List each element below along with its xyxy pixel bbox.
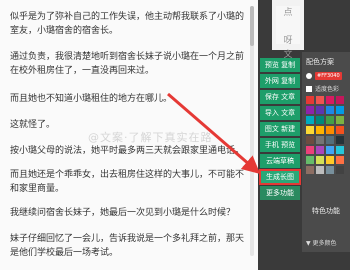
color-swatch[interactable] (316, 106, 324, 114)
article-paragraph: 通过负责，我很清楚地听到宿舍长妹子说小璐在一个月之前在校外租房住了，一直没再回来… (10, 52, 245, 76)
article-paragraph: 按小璐父母的说法，她平时最多两三天就会跟家里通电话。 (10, 146, 245, 156)
checkbox-icon[interactable] (306, 85, 312, 92)
color-swatch[interactable] (336, 136, 344, 144)
color-swatch[interactable] (306, 96, 314, 104)
cloud-draft-button[interactable]: 云端草稿 (260, 154, 300, 168)
color-swatch[interactable] (316, 166, 324, 174)
color-swatch[interactable] (326, 146, 334, 154)
moderate-color-option[interactable]: 适度色彩 (306, 84, 339, 93)
color-swatch[interactable] (316, 96, 324, 104)
color-swatch[interactable] (336, 166, 344, 174)
new-graphic-button[interactable]: 图文 新建 (260, 122, 300, 136)
color-swatch[interactable] (306, 156, 314, 164)
panel-title: 配色方案 (306, 58, 334, 66)
color-swatch[interactable] (336, 106, 344, 114)
color-swatch[interactable] (326, 126, 334, 134)
article-paragraph: 似乎是为了弥补自己的工作失误，他主动帮我联系了小璐的室友，小璐宿舍的宿舍长。 (10, 12, 245, 36)
mobile-preview-button[interactable]: 手机 预览 (260, 138, 300, 152)
import-article-button[interactable]: 导入 文章 (260, 106, 300, 120)
color-tag-row[interactable]: #FF3040 (306, 72, 342, 80)
color-swatch[interactable] (336, 146, 344, 154)
preview-copy-button[interactable]: 预览 复制 (260, 58, 300, 72)
corner-chip[interactable]: 点 呀 文 (276, 6, 300, 60)
tool-sidebar: 预览 复制 外网 复制 保存 文章 导入 文章 图文 新建 手机 预览 云端草稿… (259, 58, 301, 202)
color-swatch[interactable] (326, 136, 334, 144)
color-swatch[interactable] (336, 126, 344, 134)
color-swatch[interactable] (326, 166, 334, 174)
color-swatch[interactable] (306, 166, 314, 174)
article-paragraph: 妹子仔细回忆了一会儿，告诉我说是一个多礼拜之前，那天是他们学校最后一场考试。 (10, 234, 245, 258)
color-swatch[interactable] (326, 116, 334, 124)
feature-label[interactable]: 特色功能 (302, 206, 350, 216)
article-paragraph: 我继续问宿舍长妹子，她最后一次见到小璐是什么时候？ (10, 208, 236, 218)
color-swatch-grid (306, 96, 344, 174)
more-features-button[interactable]: 更多功能 (260, 186, 300, 200)
color-dot-icon (306, 73, 312, 79)
color-swatch[interactable] (336, 116, 344, 124)
color-swatch[interactable] (326, 156, 334, 164)
checkbox-label: 适度色彩 (315, 86, 340, 93)
color-swatch[interactable] (306, 136, 314, 144)
more-colors-link[interactable]: ▼ 更多颜色 (306, 238, 337, 247)
save-article-button[interactable]: 保存 文章 (260, 90, 300, 104)
color-tag: #FF3040 (315, 72, 342, 80)
scrollbar[interactable] (250, 6, 254, 256)
article-paragraph: 这就怪了。 (10, 120, 56, 130)
color-swatch[interactable] (306, 116, 314, 124)
color-swatch[interactable] (326, 96, 334, 104)
color-swatch[interactable] (306, 106, 314, 114)
article-editor[interactable]: 似乎是为了弥补自己的工作失误，他主动帮我联系了小璐的室友，小璐宿舍的宿舍长。 通… (0, 0, 258, 270)
color-swatch[interactable] (336, 156, 344, 164)
color-swatch[interactable] (306, 126, 314, 134)
scrollbar-thumb[interactable] (250, 6, 254, 46)
color-swatch[interactable] (336, 96, 344, 104)
color-swatch[interactable] (326, 106, 334, 114)
external-copy-button[interactable]: 外网 复制 (260, 74, 300, 88)
color-swatch[interactable] (316, 146, 324, 154)
article-paragraph: 而且她还是个乖乖女，出去租房住这样的大事儿，不可能不和家里商量。 (10, 170, 245, 194)
color-swatch[interactable] (316, 156, 324, 164)
color-swatch[interactable] (316, 116, 324, 124)
color-swatch[interactable] (316, 126, 324, 134)
color-scheme-panel: 配色方案 #FF3040 适度色彩 ▼ 更多颜色 (302, 52, 350, 252)
article-paragraph: 而且她也不知道小璐租住的地方在哪儿。 (10, 94, 173, 104)
generate-long-image-button[interactable]: 生成长图 (259, 169, 301, 185)
color-swatch[interactable] (306, 146, 314, 154)
color-swatch[interactable] (316, 136, 324, 144)
